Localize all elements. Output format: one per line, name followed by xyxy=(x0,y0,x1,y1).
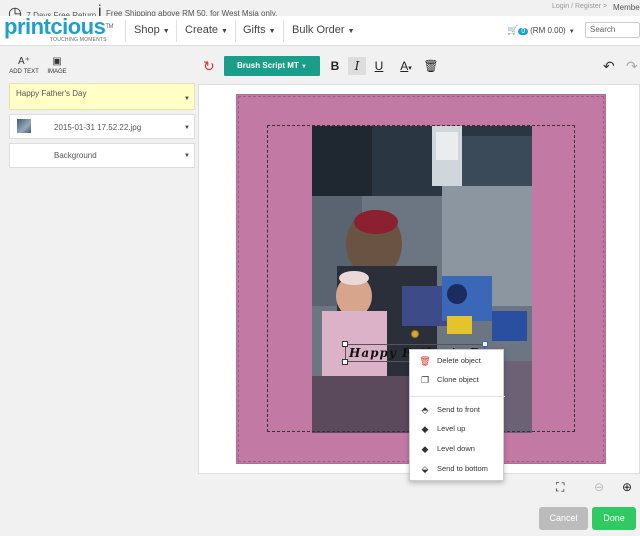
bold-button[interactable]: B xyxy=(326,57,344,75)
nav-bulk-order[interactable]: Bulk Order ▼ xyxy=(292,24,355,36)
zoom-out-icon[interactable]: ⊖ xyxy=(594,480,604,494)
send-to-front-item[interactable]: ⬘ Send to front xyxy=(410,401,505,419)
level-down-label: Level down xyxy=(437,444,475,453)
cart-count-badge: 0 xyxy=(518,28,529,35)
nav-divider xyxy=(235,20,236,42)
fit-screen-icon[interactable]: ⛶ xyxy=(556,480,564,495)
nav-gifts-label: Gifts xyxy=(243,24,266,36)
delete-object-label: Delete object xyxy=(437,356,481,365)
zoom-in-icon[interactable]: ⊕ xyxy=(622,480,632,494)
nav-divider xyxy=(176,20,177,42)
layer-label: Background xyxy=(54,151,97,160)
undo-icon[interactable]: ↶ xyxy=(603,58,615,75)
clone-icon: ❐ xyxy=(420,375,430,385)
font-family-dropdown[interactable]: Brush Script MT ▼ xyxy=(224,56,320,76)
resize-handle[interactable] xyxy=(342,341,348,347)
chevron-down-icon: ▼ xyxy=(221,28,228,35)
chevron-down-icon: ▼ xyxy=(568,29,575,35)
member-link[interactable]: Membe xyxy=(613,3,640,12)
printcious-logo[interactable]: printciousTM TOUCHING MOMENTS xyxy=(4,16,114,44)
font-family-label: Brush Script MT xyxy=(237,61,299,70)
cart-total: (RM 0.00) xyxy=(530,26,566,35)
add-text-label: ADD TEXT xyxy=(9,69,39,75)
nav-divider xyxy=(125,20,126,42)
layer-item-background[interactable]: Background ▼ xyxy=(9,143,195,168)
redo-icon[interactable]: ↷ xyxy=(626,58,638,75)
reset-icon[interactable]: ↻ xyxy=(203,58,215,75)
level-up-icon: ◆ xyxy=(421,424,429,434)
delete-object-item[interactable]: 🗑 Delete object xyxy=(410,352,505,370)
nav-gifts[interactable]: Gifts ▼ xyxy=(243,24,276,36)
send-to-front-label: Send to front xyxy=(437,405,480,414)
image-label: IMAGE xyxy=(47,69,67,75)
send-to-bottom-label: Send to bottom xyxy=(437,464,488,473)
level-up-label: Level up xyxy=(437,424,466,433)
chevron-down-icon[interactable]: ▼ xyxy=(184,96,190,102)
italic-button[interactable]: I xyxy=(348,57,366,75)
nav-divider xyxy=(283,20,284,42)
menu-divider xyxy=(410,396,505,397)
object-context-menu: 🗑 Delete object ❐ Clone object ⬘ Send to… xyxy=(409,349,505,481)
chevron-down-icon: ▼ xyxy=(347,28,355,35)
rotate-handle[interactable] xyxy=(411,330,419,338)
nav-create-label: Create xyxy=(185,24,219,36)
cart-button[interactable]: 🛒 0 (RM 0.00) ▼ xyxy=(507,25,575,36)
login-register-link[interactable]: Login / Register > xyxy=(552,3,607,10)
chevron-down-icon[interactable]: ▼ xyxy=(184,125,190,131)
clone-object-item[interactable]: ❐ Clone object xyxy=(410,371,505,389)
layer-label: Happy Father's Day xyxy=(16,89,87,98)
cancel-button[interactable]: Cancel xyxy=(539,507,588,530)
logo-wordmark: printcious xyxy=(4,14,106,39)
logo-tagline: TOUCHING MOMENTS xyxy=(50,37,107,43)
cart-icon: 🛒 xyxy=(507,25,519,35)
nav-shop-label: Shop xyxy=(134,24,160,36)
add-image-button[interactable]: ▣ IMAGE xyxy=(40,56,74,75)
layer-label: 2015-01-31 17.52.22.jpg xyxy=(54,123,142,132)
send-to-front-icon: ⬘ xyxy=(421,405,429,415)
resize-handle[interactable] xyxy=(342,359,348,365)
trash-icon: 🗑 xyxy=(419,356,431,366)
chevron-down-icon: ▼ xyxy=(162,28,170,35)
chevron-down-icon[interactable]: ▼ xyxy=(184,153,190,159)
clone-object-label: Clone object xyxy=(437,375,479,384)
text-color-button[interactable]: A▾ xyxy=(395,57,417,75)
caret-down-icon: ▼ xyxy=(301,64,307,70)
delete-icon[interactable]: 🗑 xyxy=(422,57,440,75)
chevron-down-icon: ▼ xyxy=(268,28,276,35)
level-down-icon: ◆ xyxy=(421,444,429,454)
image-icon: ▣ xyxy=(52,56,62,67)
done-button[interactable]: Done xyxy=(592,507,636,530)
send-to-bottom-item[interactable]: ⬙ Send to bottom xyxy=(410,460,505,478)
layer-photo-thumbnail xyxy=(17,119,31,133)
layer-item-text[interactable]: Happy Father's Day ▼ xyxy=(9,83,195,110)
add-text-icon: A⁺ xyxy=(18,56,30,67)
resize-handle[interactable] xyxy=(482,341,488,347)
send-to-bottom-icon: ⬙ xyxy=(421,464,429,474)
level-down-item[interactable]: ◆ Level down xyxy=(410,440,505,458)
level-up-item[interactable]: ◆ Level up xyxy=(410,420,505,438)
nav-bulk-order-label: Bulk Order xyxy=(292,24,345,36)
search-input[interactable]: Search xyxy=(585,22,640,38)
layer-item-photo[interactable]: 2015-01-31 17.52.22.jpg ▼ xyxy=(9,114,195,139)
logo-trademark: TM xyxy=(105,24,114,30)
nav-create[interactable]: Create ▼ xyxy=(185,24,228,36)
add-text-button[interactable]: A⁺ ADD TEXT xyxy=(7,56,41,75)
underline-button[interactable]: U xyxy=(370,57,388,75)
nav-shop[interactable]: Shop ▼ xyxy=(134,24,170,36)
